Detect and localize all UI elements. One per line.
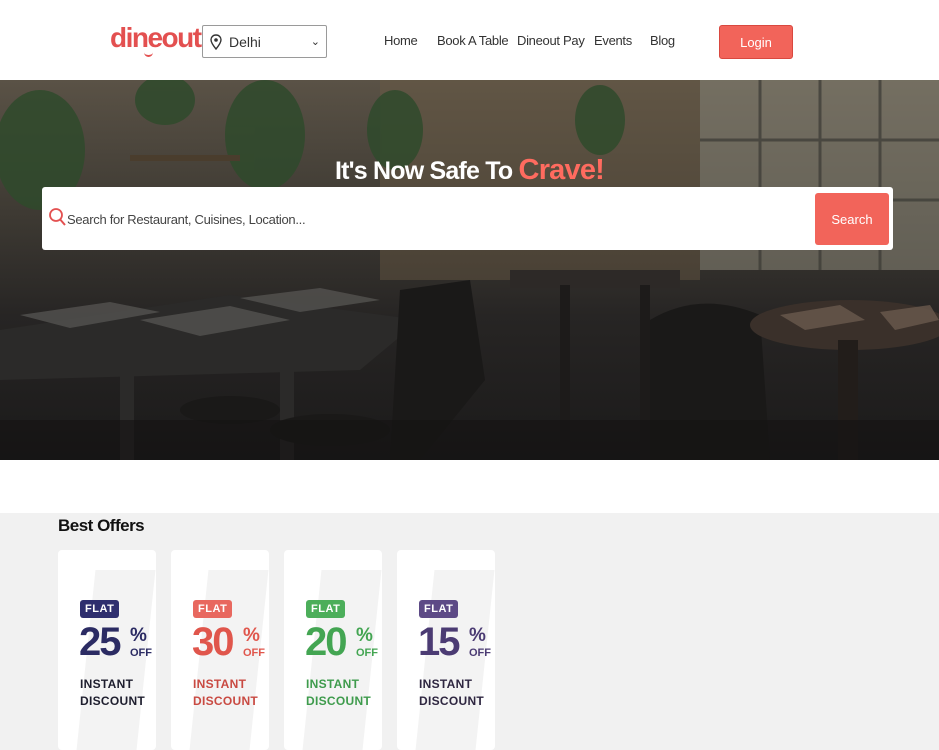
offer-card-20[interactable]: FLAT 20 % OFF INSTANT DISCOUNT [284,550,382,750]
discount-line-1: INSTANT [306,677,360,691]
search-bar: Search [42,187,893,250]
login-button[interactable]: Login [719,25,793,59]
search-input[interactable] [67,197,807,241]
nav-blog[interactable]: Blog [650,33,675,48]
nav-home[interactable]: Home [384,33,418,48]
percent-sign: % [130,625,147,646]
search-button[interactable]: Search [815,193,889,245]
location-pin-icon [210,33,222,50]
logo-smile-mark [144,52,153,57]
discount-text: INSTANT DISCOUNT [306,676,371,710]
logo-text: dineout [110,22,202,53]
hero-title: It's Now Safe To Crave! [0,154,939,187]
discount-percent: 20 [305,620,347,664]
city-value: Delhi [229,33,261,50]
discount-line-2: DISCOUNT [306,694,372,708]
flat-badge: FLAT [419,600,459,618]
flat-badge: FLAT [306,600,346,618]
discount-text: INSTANT DISCOUNT [193,676,258,710]
percent-sign: % [469,625,486,646]
nav-dineout-pay[interactable]: Dineout Pay [517,33,585,48]
discount-text: INSTANT DISCOUNT [80,676,145,710]
discount-line-1: INSTANT [419,677,473,691]
hero-title-prefix: It's Now Safe To [334,157,513,185]
best-offers-title: Best Offers [58,516,145,535]
discount-percent: 15 [418,620,460,664]
discount-line-1: INSTANT [80,677,134,691]
discount-text: INSTANT DISCOUNT [419,676,484,710]
offer-card-15[interactable]: FLAT 15 % OFF INSTANT DISCOUNT [397,550,495,750]
chevron-down-icon: ⌄ [310,36,320,48]
nav-book-a-table[interactable]: Book A Table [437,33,509,48]
off-label: OFF [469,647,491,659]
off-label: OFF [243,647,265,659]
discount-line-2: DISCOUNT [193,694,259,708]
site-header: dineout Delhi ⌄ Home Book A Table Dineou… [0,0,939,80]
nav-events[interactable]: Events [594,33,632,48]
dineout-logo[interactable]: dineout [110,22,202,57]
flat-badge: FLAT [80,600,120,618]
discount-percent: 30 [192,620,234,664]
discount-percent: 25 [79,620,121,664]
percent-sign: % [243,625,260,646]
offer-card-30[interactable]: FLAT 30 % OFF INSTANT DISCOUNT [171,550,269,750]
discount-line-2: DISCOUNT [80,694,146,708]
offer-card-25[interactable]: FLAT 25 % OFF INSTANT DISCOUNT [58,550,156,750]
hero-bottom-strip [0,460,939,513]
city-select[interactable]: Delhi ⌄ [202,25,327,58]
flat-badge: FLAT [193,600,233,618]
discount-line-1: INSTANT [193,677,247,691]
hero-banner: It's Now Safe To Crave! Search [0,80,939,460]
off-label: OFF [130,647,152,659]
hero-title-accent: Crave! [518,154,605,186]
percent-sign: % [356,625,373,646]
discount-line-2: DISCOUNT [419,694,485,708]
off-label: OFF [356,647,378,659]
search-icon [49,208,66,226]
restaurant-background-image [0,80,939,460]
